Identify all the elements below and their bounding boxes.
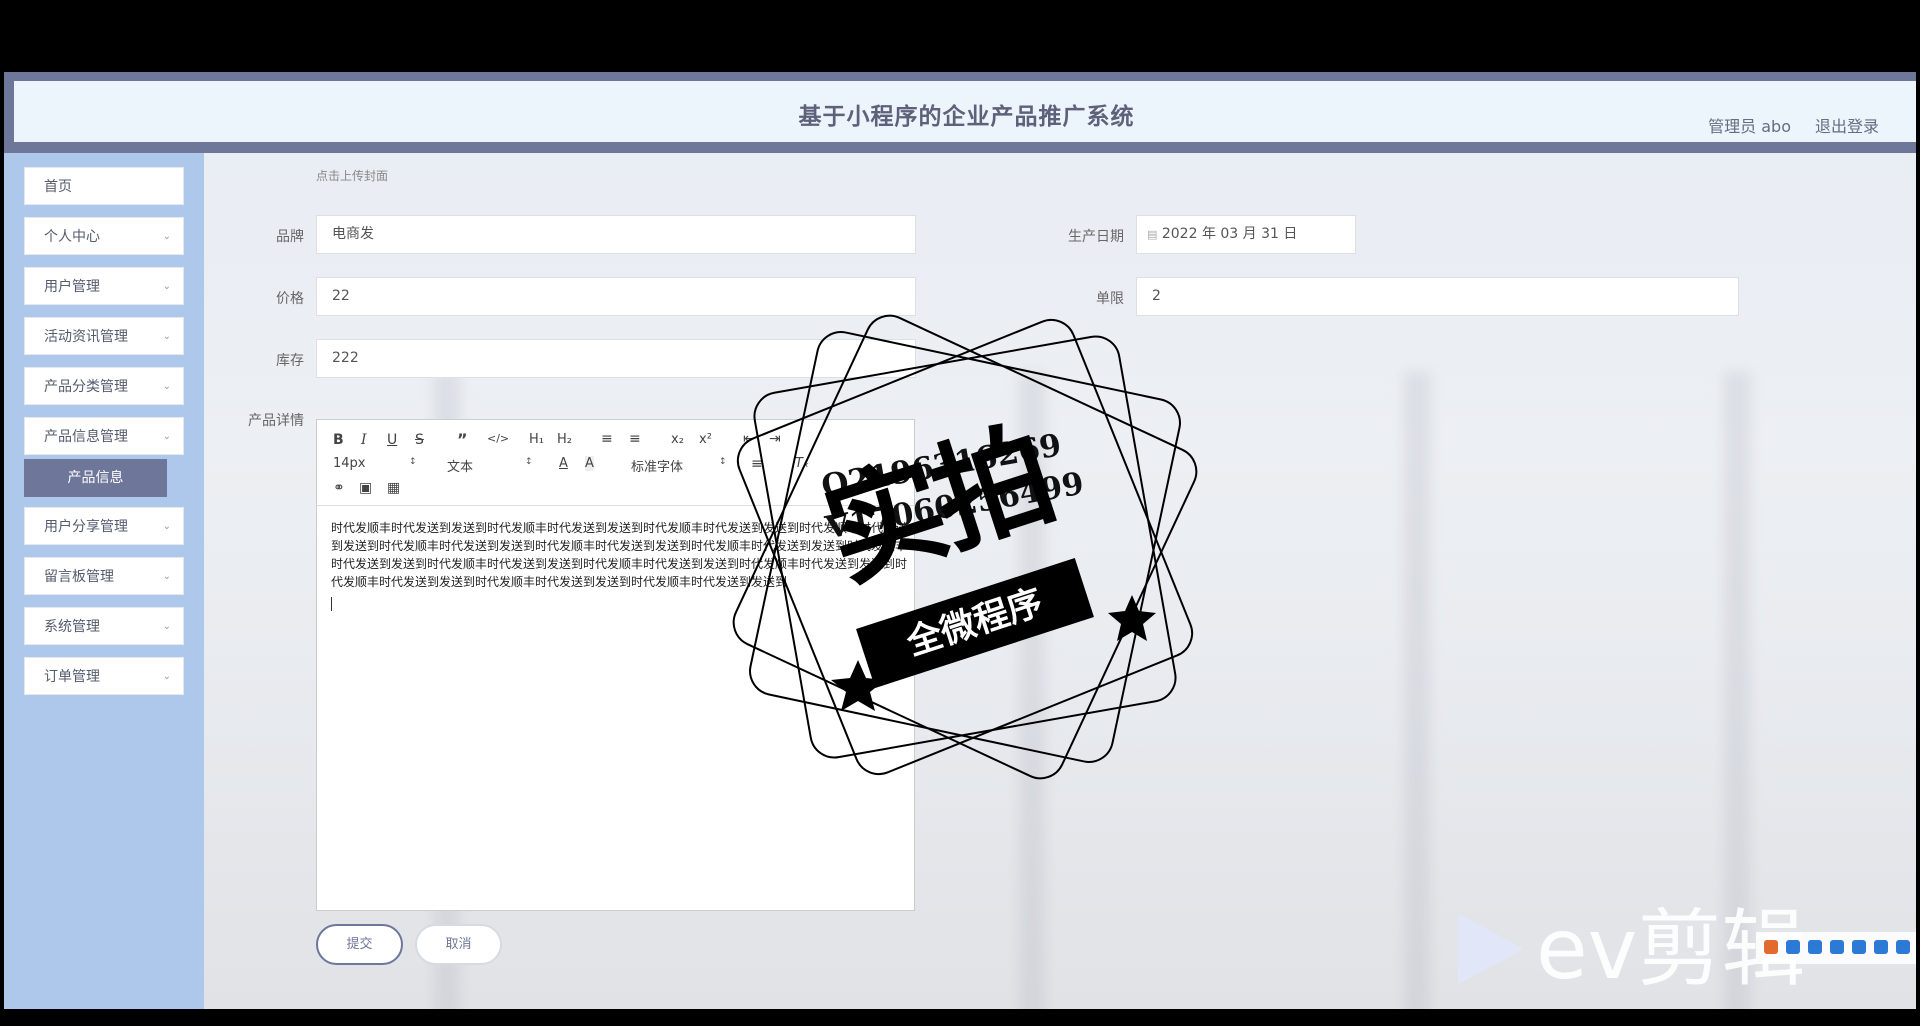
text-caret — [331, 597, 332, 611]
font-color-icon[interactable]: A — [559, 456, 568, 471]
sidebar-item-label: 活动资讯管理 — [44, 329, 128, 345]
sidebar-item-label: 用户分享管理 — [44, 519, 128, 535]
product-detail-label: 产品详情 — [248, 413, 304, 429]
chevron-down-icon: ⌄ — [162, 431, 171, 442]
chevron-updown-icon: ↕ — [525, 457, 533, 467]
sidebar-item-label: 首页 — [44, 179, 72, 195]
header-bar: 基于小程序的企业产品推广系统 管理员 abo 退出登录 — [14, 81, 1916, 142]
bg-blur — [1404, 372, 1430, 1009]
microphone-icon[interactable] — [1830, 940, 1844, 954]
font-family-value: 标准字体 — [631, 460, 684, 475]
sidebar-item-label: 系统管理 — [44, 619, 100, 635]
stock-label: 库存 — [276, 353, 304, 369]
font-family-select[interactable]: 标准字体 ↕ — [631, 456, 727, 475]
ordered-list-icon[interactable]: ≡ — [601, 431, 613, 447]
chevron-down-icon: ⌄ — [162, 281, 171, 292]
subscript-icon[interactable]: x₂ — [671, 432, 684, 447]
sidebar-item-user-share[interactable]: 用户分享管理 ⌄ — [24, 507, 184, 545]
superscript-icon[interactable]: x² — [699, 432, 712, 447]
chevron-down-icon: ⌄ — [162, 381, 171, 392]
sidebar-item-personal-center[interactable]: 个人中心 ⌄ — [24, 217, 184, 255]
font-size-select[interactable]: 14px ↕ — [333, 456, 417, 471]
ime-toolbar — [1756, 932, 1916, 964]
watermark-stamp: Q2196316269 V17060256499 实拍 全微程序 — [720, 302, 1210, 792]
text-type-value: 文本 — [447, 460, 474, 475]
sidebar-item-user-management[interactable]: 用户管理 ⌄ — [24, 267, 184, 305]
sidebar-item-label: 用户管理 — [44, 279, 100, 295]
star-icon — [1108, 595, 1156, 641]
sidebar-item-home[interactable]: 首页 — [24, 167, 184, 205]
chevron-down-icon: ⌄ — [162, 331, 171, 342]
sidebar-item-label: 产品分类管理 — [44, 379, 128, 395]
punctuation-icon[interactable] — [1808, 940, 1822, 954]
app-window: 基于小程序的企业产品推广系统 管理员 abo 退出登录 首页 个人中心 ⌄ 用户管… — [4, 72, 1916, 1009]
page-title: 基于小程序的企业产品推广系统 — [798, 104, 1135, 130]
production-date-value: 2022 年 03 月 31 日 — [1161, 226, 1298, 242]
blockquote-icon[interactable]: ” — [457, 430, 468, 449]
skin-icon[interactable] — [1874, 940, 1888, 954]
admin-label: 管理员 abo — [1708, 117, 1791, 136]
sidebar-item-label: 产品信息管理 — [44, 429, 128, 445]
underline-icon[interactable]: U — [387, 432, 397, 448]
cover-upload-hint[interactable]: 点击上传封面 — [316, 167, 388, 184]
sidebar-item-system[interactable]: 系统管理 ⌄ — [24, 607, 184, 645]
brand-input[interactable]: 电商发 — [316, 215, 916, 254]
sidebar-item-product-info[interactable]: 产品信息管理 ⌄ — [24, 417, 184, 455]
sidebar: 首页 个人中心 ⌄ 用户管理 ⌄ 活动资讯管理 ⌄ 产品分类管理 ⌄ 产品信息管理 ⌄ 产… — [4, 153, 204, 1009]
sidebar-item-label: 留言板管理 — [44, 569, 114, 585]
cancel-button[interactable]: 取消 — [415, 924, 502, 965]
keyboard-icon[interactable] — [1786, 940, 1800, 954]
link-icon[interactable]: ⚭ — [333, 480, 345, 496]
sidebar-item-product-category[interactable]: 产品分类管理 ⌄ — [24, 367, 184, 405]
chevron-down-icon: ⌄ — [162, 521, 171, 532]
sidebar-item-label: 个人中心 — [44, 229, 100, 245]
keyboard-layout-icon[interactable] — [1852, 940, 1866, 954]
logout-link[interactable]: 退出登录 — [1815, 113, 1879, 137]
image-icon[interactable]: ▣ — [359, 480, 372, 496]
font-size-value: 14px — [333, 456, 366, 471]
submenu-product-info[interactable]: 产品信息 — [24, 459, 167, 497]
calendar-icon: ▤ — [1147, 228, 1158, 241]
play-icon — [1458, 914, 1524, 984]
price-label: 价格 — [276, 291, 304, 307]
text-type-select[interactable]: 文本 ↕ — [447, 456, 533, 475]
chevron-down-icon: ⌄ — [162, 671, 171, 682]
header: 基于小程序的企业产品推广系统 管理员 abo 退出登录 — [4, 72, 1916, 153]
heading2-icon[interactable]: H₂ — [557, 432, 572, 447]
sidebar-item-label: 订单管理 — [44, 669, 100, 685]
brand-label: 品牌 — [276, 229, 304, 245]
bold-icon[interactable]: B — [333, 432, 344, 448]
grid-icon[interactable] — [1896, 940, 1910, 954]
sidebar-item-activity-news[interactable]: 活动资讯管理 ⌄ — [24, 317, 184, 355]
code-block-icon[interactable]: </> — [487, 432, 509, 445]
background-color-icon[interactable]: A — [585, 456, 594, 471]
production-date-input[interactable]: ▤ 2022 年 03 月 31 日 — [1136, 215, 1356, 254]
heading1-icon[interactable]: H₁ — [529, 432, 544, 447]
chevron-updown-icon: ↕ — [409, 457, 417, 467]
production-date-label: 生产日期 — [1068, 229, 1124, 245]
sidebar-item-orders[interactable]: 订单管理 ⌄ — [24, 657, 184, 695]
period-input[interactable]: 2 — [1136, 277, 1739, 316]
sidebar-item-message-board[interactable]: 留言板管理 ⌄ — [24, 557, 184, 595]
strikethrough-icon[interactable]: S — [415, 432, 424, 448]
ime-logo-icon — [1764, 940, 1778, 954]
italic-icon[interactable]: I — [361, 432, 367, 448]
chevron-down-icon: ⌄ — [162, 571, 171, 582]
chevron-down-icon: ⌄ — [162, 231, 171, 242]
video-icon[interactable]: ▦ — [387, 480, 400, 496]
bullet-list-icon[interactable]: ≡ — [629, 431, 641, 447]
submit-button[interactable]: 提交 — [316, 924, 403, 965]
chevron-down-icon: ⌄ — [162, 621, 171, 632]
